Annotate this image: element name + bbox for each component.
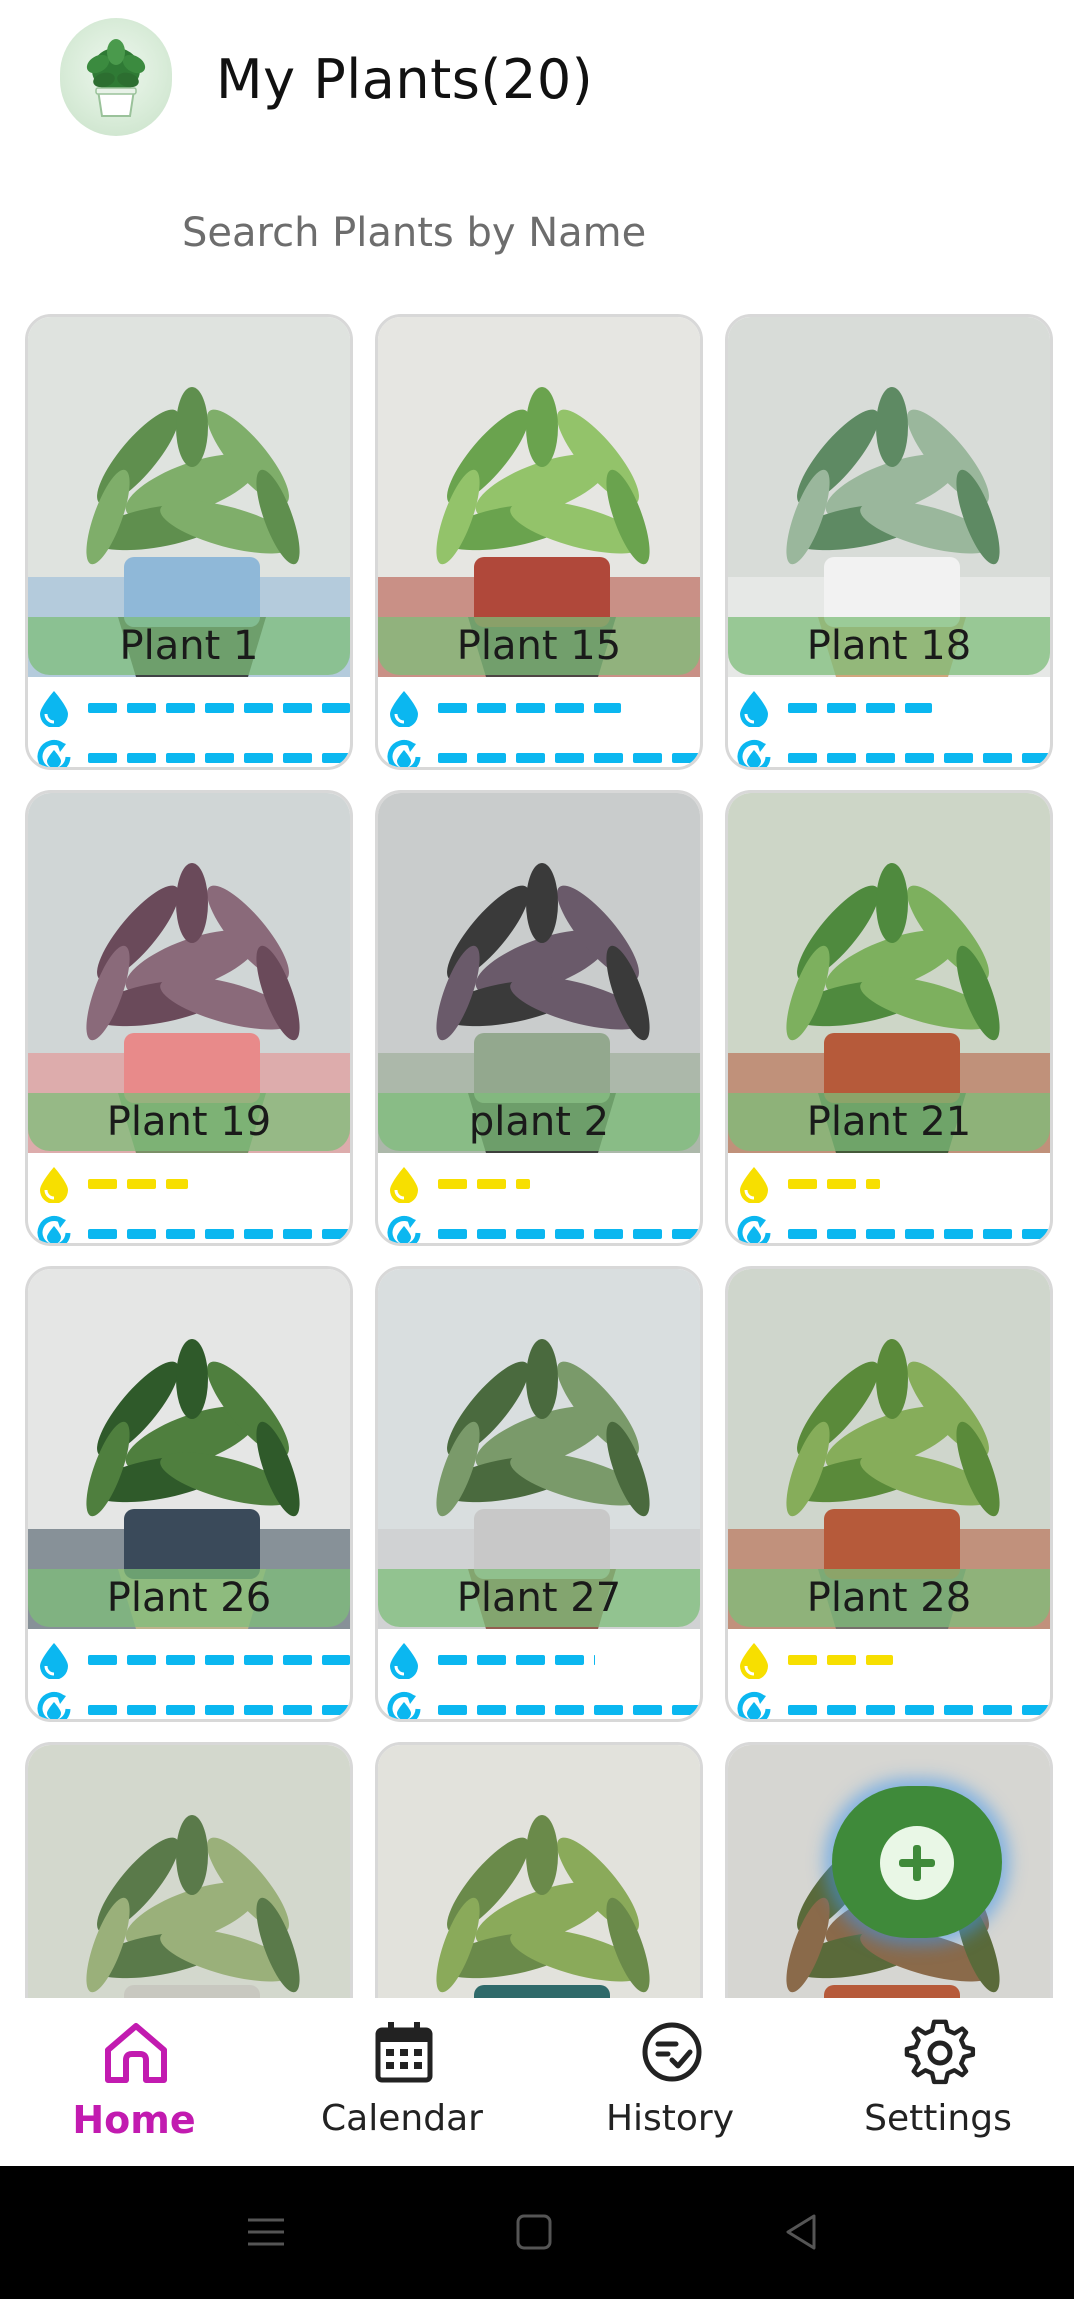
plant-name: plant 2 xyxy=(378,1093,700,1151)
water-drop-icon xyxy=(34,1639,74,1680)
water-meter xyxy=(34,1639,350,1680)
water-drop-icon xyxy=(34,1163,74,1204)
water-cycle-icon xyxy=(384,1213,424,1243)
water-meter xyxy=(384,1163,700,1204)
plant-name: Plant 26 xyxy=(28,1569,350,1627)
water-meter xyxy=(734,1163,1050,1204)
watering-cycle-meter xyxy=(734,1213,1050,1243)
plant-card[interactable]: Plant 28 xyxy=(725,1266,1053,1722)
water-cycle-icon xyxy=(734,1213,774,1243)
water-cycle-icon xyxy=(34,737,74,767)
back-triangle-icon[interactable] xyxy=(780,2210,824,2254)
history-check-icon xyxy=(642,2022,702,2082)
plant-name: Plant 18 xyxy=(728,617,1050,675)
plant-card[interactable]: plant 2 xyxy=(375,790,703,1246)
plant-card[interactable]: Plant 1 xyxy=(25,314,353,770)
plant-name: Plant 19 xyxy=(28,1093,350,1151)
water-cycle-icon xyxy=(384,737,424,767)
nav-home-label: Home xyxy=(72,2098,196,2142)
nav-home[interactable]: Home xyxy=(0,1998,268,2166)
gear-icon xyxy=(904,2019,976,2085)
water-cycle-icon xyxy=(734,1689,774,1719)
add-plant-button[interactable] xyxy=(832,1786,1002,1938)
bottom-nav: Home Calendar History Settings xyxy=(0,1998,1074,2166)
plant-card[interactable]: Plant 18 xyxy=(725,314,1053,770)
water-cycle-icon xyxy=(734,737,774,767)
watering-cycle-meter xyxy=(34,1213,350,1243)
plant-card[interactable]: Plant 19 xyxy=(25,790,353,1246)
water-meter xyxy=(34,1163,350,1204)
water-cycle-icon xyxy=(34,1213,74,1243)
plant-card[interactable]: Plant 21 xyxy=(725,790,1053,1246)
watering-cycle-meter xyxy=(34,1689,350,1719)
water-drop-icon xyxy=(384,1639,424,1680)
watering-cycle-meter xyxy=(34,737,350,767)
water-cycle-icon xyxy=(384,1689,424,1719)
plant-name: Plant 15 xyxy=(378,617,700,675)
plant-photo xyxy=(378,1745,700,1998)
nav-history-label: History xyxy=(605,2098,735,2139)
plant-card[interactable] xyxy=(375,1742,703,1998)
plant-card[interactable]: Plant 15 xyxy=(375,314,703,770)
plant-name: Plant 27 xyxy=(378,1569,700,1627)
nav-calendar-label: Calendar xyxy=(321,2098,483,2139)
menu-icon[interactable] xyxy=(244,2210,288,2254)
home-square-icon[interactable] xyxy=(512,2210,556,2254)
water-meter xyxy=(34,687,350,728)
nav-history[interactable]: History xyxy=(536,1998,804,2166)
plant-card[interactable]: Plant 27 xyxy=(375,1266,703,1722)
calendar-icon xyxy=(375,2022,433,2083)
nav-calendar[interactable]: Calendar xyxy=(268,1998,536,2166)
water-drop-icon xyxy=(734,1163,774,1204)
plant-name: Plant 21 xyxy=(728,1093,1050,1151)
plus-icon xyxy=(880,1826,954,1900)
home-icon xyxy=(105,2023,167,2083)
watering-cycle-meter xyxy=(734,737,1050,767)
water-drop-icon xyxy=(734,687,774,728)
watering-cycle-meter xyxy=(384,1689,700,1719)
water-meter xyxy=(734,687,1050,728)
water-drop-icon xyxy=(384,687,424,728)
watering-cycle-meter xyxy=(734,1689,1050,1719)
water-meter xyxy=(384,687,700,728)
plant-photo xyxy=(28,1745,350,1998)
plant-name: Plant 28 xyxy=(728,1569,1050,1627)
plant-grid: Plant 1 Plant 15 Plant 18 Plant 19 plant 2 Pl… xyxy=(0,0,1074,1998)
nav-settings[interactable]: Settings xyxy=(804,1998,1072,2166)
water-cycle-icon xyxy=(34,1689,74,1719)
watering-cycle-meter xyxy=(384,737,700,767)
plant-card[interactable]: Plant 26 xyxy=(25,1266,353,1722)
water-meter xyxy=(384,1639,700,1680)
water-meter xyxy=(734,1639,1050,1680)
plant-card[interactable] xyxy=(25,1742,353,1998)
nav-settings-label: Settings xyxy=(864,2098,1012,2139)
water-drop-icon xyxy=(734,1639,774,1680)
plant-name: Plant 1 xyxy=(28,617,350,675)
system-nav-bar xyxy=(0,2166,1074,2299)
water-drop-icon xyxy=(384,1163,424,1204)
water-drop-icon xyxy=(34,687,74,728)
watering-cycle-meter xyxy=(384,1213,700,1243)
